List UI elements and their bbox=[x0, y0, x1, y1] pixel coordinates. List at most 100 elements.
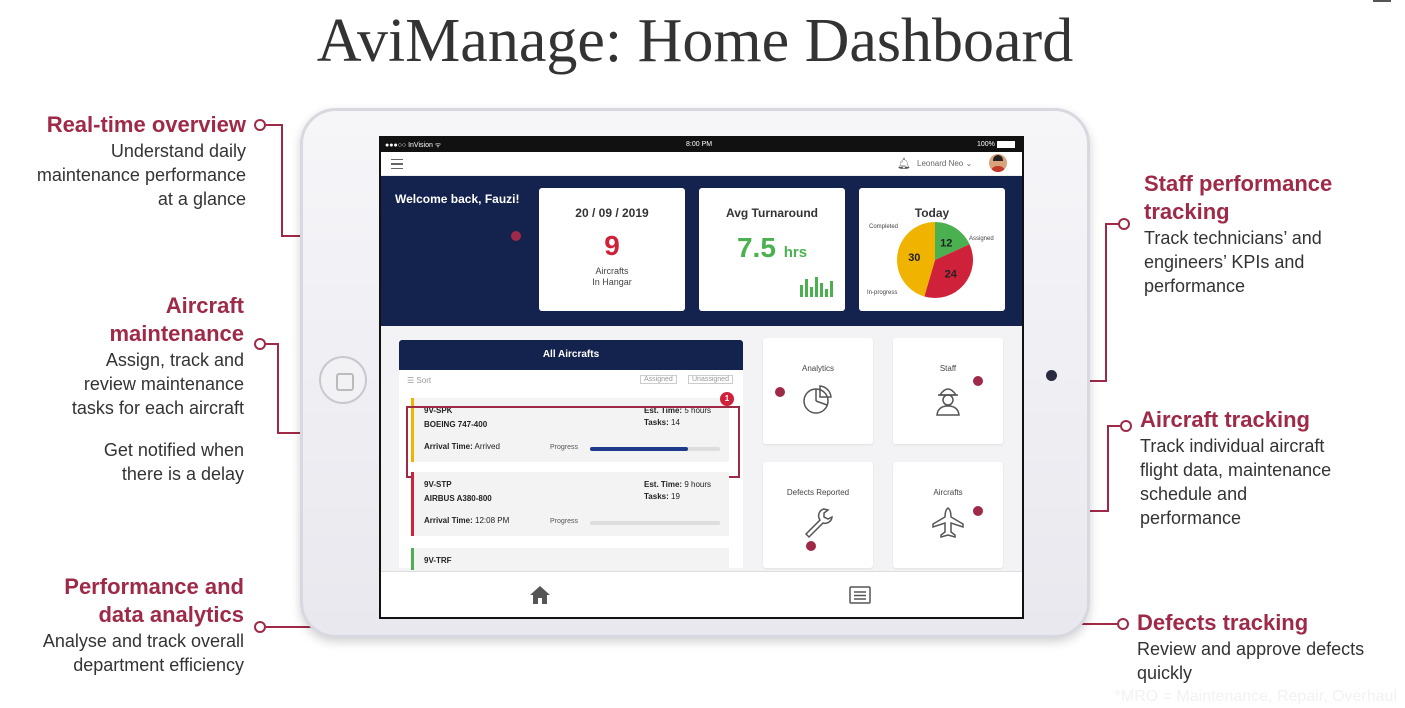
today-card[interactable]: Today Completed Assigned In-progress 12 2… bbox=[859, 188, 1005, 311]
callout-dot bbox=[973, 376, 983, 386]
home-icon[interactable] bbox=[529, 585, 551, 605]
aircraft-count: 9 bbox=[604, 230, 620, 261]
sort-button[interactable]: ☰ Sort bbox=[407, 376, 431, 385]
defects-tile[interactable]: Defects Reported bbox=[763, 462, 873, 568]
tasks-label: Tasks: bbox=[644, 492, 669, 501]
callout-dot bbox=[973, 506, 983, 516]
annotation-line: performance bbox=[1140, 508, 1242, 528]
est-label: Est. Time: bbox=[644, 480, 683, 489]
tasks: Tasks: 19 bbox=[644, 492, 680, 501]
avatar[interactable] bbox=[989, 154, 1007, 172]
progress-label: Progress bbox=[550, 518, 579, 525]
app-bar: 🔔︎ Leonard Neo ⌄ bbox=[381, 152, 1022, 176]
turnaround-card[interactable]: Avg Turnaround 7.5 hrs bbox=[699, 188, 845, 311]
mini-bar bbox=[805, 279, 808, 297]
turnaround-title: Avg Turnaround bbox=[726, 206, 818, 220]
callout-dot bbox=[511, 231, 521, 241]
hero-banner: Welcome back, Fauzi! 20 / 09 / 2019 9 Ai… bbox=[381, 176, 1022, 326]
callout-dot bbox=[806, 541, 816, 551]
mini-bar bbox=[830, 281, 833, 297]
annotation-line: Get notified when bbox=[103, 440, 244, 460]
staff-tile[interactable]: Staff bbox=[893, 338, 1003, 444]
mini-bar bbox=[825, 289, 828, 297]
bell-icon[interactable]: 🔔︎ bbox=[897, 157, 911, 170]
sort-label: Sort bbox=[416, 376, 432, 385]
annotation-defects: Defects tracking Review and approve defe… bbox=[1137, 609, 1399, 685]
sort-row: ☰ Sort Assigned Unassigned bbox=[399, 370, 743, 390]
tile-label: Aircrafts bbox=[933, 488, 963, 497]
date-card[interactable]: 20 / 09 / 2019 9 Aircrafts In Hangar bbox=[539, 188, 685, 311]
annotation-heading: Aircraft tracking bbox=[1140, 407, 1310, 432]
pie-value-assigned: 24 bbox=[945, 269, 958, 281]
annotation-heading: data analytics bbox=[98, 602, 244, 627]
tile-label: Analytics bbox=[801, 364, 834, 373]
today-pie-chart: 12 24 30 bbox=[897, 222, 973, 298]
mini-bar bbox=[820, 283, 823, 297]
filter-unassigned[interactable]: Unassigned bbox=[688, 375, 733, 384]
mini-bar bbox=[800, 285, 803, 297]
progress-bar bbox=[590, 521, 720, 525]
tablet-device: ●●●○○ InVision ᯤ 8:00 PM 100% 🔔︎ Leonard… bbox=[300, 108, 1090, 638]
annotation-line: Assign, track and bbox=[105, 350, 244, 370]
annotation-line: Review and approve defects bbox=[1137, 639, 1365, 659]
footnote: *MRO = Maintenance, Repair, Overhaul bbox=[1114, 688, 1397, 705]
annotation-line: engineers’ KPIs and bbox=[1144, 252, 1305, 272]
camera-icon bbox=[1046, 370, 1057, 381]
annotation-heading: tracking bbox=[1144, 199, 1230, 224]
arrival-time: Arrival Time: 12:08 PM bbox=[424, 516, 509, 525]
aircraft-count-label: In Hangar bbox=[592, 277, 632, 287]
tile-label: Staff bbox=[939, 364, 957, 373]
annotation-line: Track individual aircraft bbox=[1140, 436, 1325, 456]
annotation-line: flight data, maintenance bbox=[1140, 460, 1332, 480]
list-header: All Aircrafts bbox=[399, 340, 743, 370]
airplane-icon bbox=[932, 507, 964, 538]
clock: 8:00 PM bbox=[686, 141, 713, 148]
annotation-line: at a glance bbox=[157, 189, 246, 209]
est-value: 9 hours bbox=[684, 480, 712, 489]
pie-label-completed: Completed bbox=[869, 224, 899, 230]
annotation-realtime: Real-time overview Understand daily main… bbox=[10, 111, 246, 211]
aircraft-list-panel: All Aircrafts ☰ Sort Assigned Unassigned… bbox=[399, 340, 743, 570]
annotation-heading: Aircraft bbox=[165, 293, 244, 318]
annotation-line: quickly bbox=[1137, 663, 1193, 683]
annotation-aircraft-tracking: Aircraft tracking Track individual aircr… bbox=[1140, 406, 1395, 530]
home-hardware-button[interactable] bbox=[319, 356, 367, 404]
user-menu[interactable]: Leonard Neo ⌄ bbox=[917, 159, 972, 168]
worker-icon bbox=[936, 388, 960, 416]
mini-bar bbox=[810, 287, 813, 297]
highlight-box bbox=[406, 406, 740, 478]
annotation-heading: Real-time overview bbox=[46, 112, 246, 137]
mini-bar bbox=[815, 277, 818, 297]
turnaround-number: 7.5 bbox=[736, 232, 776, 263]
pie-value-inprogress: 30 bbox=[908, 252, 920, 264]
tasks-value: 19 bbox=[671, 492, 680, 501]
list-item[interactable]: 9V-STP AIRBUS A380-800 Est. Time: 9 hour… bbox=[411, 472, 729, 536]
pie-chart-icon bbox=[803, 385, 832, 414]
annotation-staff: Staff performance tracking Track technic… bbox=[1144, 170, 1394, 298]
aircraft-count-label: Aircrafts bbox=[595, 266, 629, 276]
aircrafts-tile[interactable]: Aircrafts bbox=[893, 462, 1003, 568]
annotation-line: department efficiency bbox=[73, 655, 244, 675]
annotation-line: Track technicians’ and bbox=[1144, 228, 1322, 248]
carrier-text: ●●●○○ InVision ᯤ bbox=[385, 142, 442, 149]
aircraft-reg: 9V-STP bbox=[424, 480, 452, 489]
menu-icon[interactable] bbox=[391, 159, 403, 169]
annotation-heading: Performance and bbox=[64, 574, 244, 599]
annotation-line: tasks for each aircraft bbox=[71, 398, 244, 418]
pie-label-inprogress: In-progress bbox=[867, 290, 898, 296]
list-icon[interactable] bbox=[849, 586, 871, 604]
annotation-heading: Defects tracking bbox=[1137, 610, 1309, 635]
turnaround-value: 7.5 hrs bbox=[699, 232, 845, 264]
tile-label: Defects Reported bbox=[786, 488, 850, 497]
battery-text: 100% bbox=[977, 141, 995, 148]
annotation-line: performance bbox=[1144, 276, 1246, 296]
welcome-text: Welcome back, Fauzi! bbox=[395, 192, 520, 206]
battery-icon bbox=[997, 141, 1015, 148]
annotation-line: maintenance performance bbox=[36, 165, 246, 185]
list-item[interactable]: 9V-TRF bbox=[411, 548, 729, 570]
main-content: All Aircrafts ☰ Sort Assigned Unassigned… bbox=[381, 326, 1022, 571]
annotation-line: Analyse and track overall bbox=[42, 631, 244, 651]
filter-assigned[interactable]: Assigned bbox=[640, 375, 677, 384]
annotation-maintenance: Aircraft maintenance Assign, track and r… bbox=[10, 292, 244, 486]
annotation-heading: maintenance bbox=[109, 321, 245, 346]
